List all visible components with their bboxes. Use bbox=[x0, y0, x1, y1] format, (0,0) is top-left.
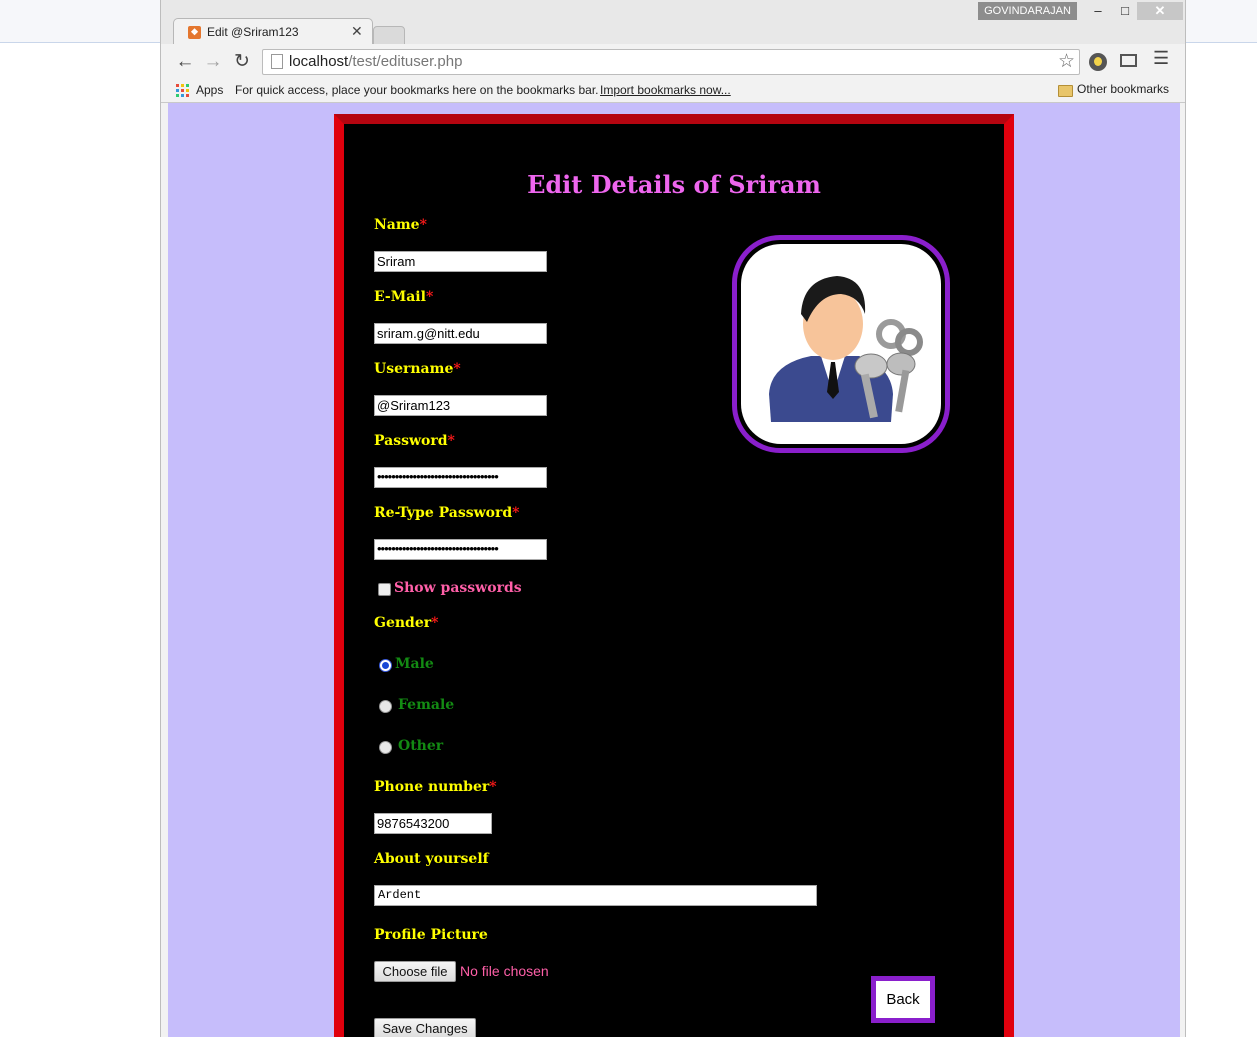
email-input[interactable] bbox=[374, 323, 547, 344]
minimize-button[interactable]: – bbox=[1087, 2, 1109, 20]
email-label: E-Mail* bbox=[374, 289, 434, 305]
apps-grid-icon[interactable] bbox=[176, 84, 189, 97]
extension-bulb-icon[interactable] bbox=[1089, 53, 1107, 71]
username-label: Username* bbox=[374, 361, 461, 377]
name-input[interactable] bbox=[374, 251, 547, 272]
show-passwords-label[interactable]: Show passwords bbox=[394, 580, 522, 596]
other-bookmarks-link[interactable]: Other bookmarks bbox=[1077, 82, 1169, 96]
active-tab[interactable]: ❖ Edit @Sriram123 ✕ bbox=[173, 18, 373, 45]
title-bar: GOVINDARAJAN – □ ✕ ❖ Edit @Sriram123 ✕ bbox=[161, 0, 1185, 45]
gender-male-label[interactable]: Male bbox=[395, 656, 434, 672]
folder-icon bbox=[1058, 85, 1073, 97]
about-textarea[interactable]: Ardent bbox=[374, 885, 817, 906]
phone-input[interactable] bbox=[374, 813, 492, 834]
retype-password-input[interactable]: •••••••••••••••••••••••••••••••••• bbox=[374, 539, 547, 560]
show-passwords-checkbox[interactable] bbox=[378, 583, 391, 596]
close-window-button[interactable]: ✕ bbox=[1137, 2, 1183, 20]
username-input[interactable] bbox=[374, 395, 547, 416]
bookmarks-bar: Apps For quick access, place your bookma… bbox=[161, 80, 1185, 103]
bookmarks-hint: For quick access, place your bookmarks h… bbox=[235, 83, 599, 97]
profile-name-badge[interactable]: GOVINDARAJAN bbox=[978, 2, 1077, 20]
browser-window: GOVINDARAJAN – □ ✕ ❖ Edit @Sriram123 ✕ ←… bbox=[160, 0, 1186, 1037]
gender-other-label[interactable]: Other bbox=[398, 738, 443, 754]
xampp-favicon-icon: ❖ bbox=[188, 26, 201, 39]
page-icon bbox=[271, 54, 283, 69]
retype-password-label: Re-Type Password* bbox=[374, 505, 520, 521]
bookmark-star-icon[interactable]: ☆ bbox=[1058, 50, 1075, 73]
choose-file-button[interactable]: Choose file bbox=[374, 961, 456, 982]
save-changes-button[interactable]: Save Changes bbox=[374, 1018, 476, 1037]
maximize-button[interactable]: □ bbox=[1113, 2, 1137, 20]
gender-female-radio[interactable] bbox=[379, 700, 392, 713]
gender-female-label[interactable]: Female bbox=[398, 697, 454, 713]
user-with-keys-icon bbox=[741, 244, 941, 444]
edit-form-panel: Edit Details of Sriram Name* E-Mail* Use… bbox=[334, 114, 1014, 1037]
tab-title: Edit @Sriram123 bbox=[207, 25, 299, 39]
page-title: Edit Details of Sriram bbox=[527, 170, 821, 199]
import-bookmarks-link[interactable]: Import bookmarks now... bbox=[600, 83, 731, 97]
url-text: localhost/test/edituser.php bbox=[289, 53, 463, 70]
back-button[interactable]: Back bbox=[871, 976, 935, 1023]
phone-label: Phone number* bbox=[374, 779, 497, 795]
cast-icon[interactable] bbox=[1120, 54, 1137, 67]
page-viewport: Edit Details of Sriram Name* E-Mail* Use… bbox=[168, 103, 1180, 1037]
reload-icon[interactable]: ↻ bbox=[230, 50, 254, 74]
address-bar[interactable]: localhost/test/edituser.php ☆ bbox=[262, 49, 1080, 75]
name-label: Name* bbox=[374, 217, 427, 233]
gender-male-radio[interactable] bbox=[379, 659, 392, 672]
forward-arrow-icon[interactable]: → bbox=[201, 50, 225, 74]
password-input[interactable]: •••••••••••••••••••••••••••••••••• bbox=[374, 467, 547, 488]
file-status: No file chosen bbox=[460, 963, 549, 979]
close-tab-icon[interactable]: ✕ bbox=[351, 23, 363, 40]
apps-link[interactable]: Apps bbox=[196, 83, 223, 97]
browser-toolbar: ← → ↻ localhost/test/edituser.php ☆ ☰ bbox=[161, 44, 1185, 80]
gender-other-radio[interactable] bbox=[379, 741, 392, 754]
profile-avatar-frame bbox=[732, 235, 950, 453]
new-tab-button[interactable] bbox=[373, 26, 405, 45]
profile-picture-label: Profile Picture bbox=[374, 927, 488, 943]
back-arrow-icon[interactable]: ← bbox=[173, 50, 197, 74]
password-label: Password* bbox=[374, 433, 455, 449]
gender-label: Gender* bbox=[374, 615, 439, 631]
hamburger-menu-icon[interactable]: ☰ bbox=[1153, 48, 1169, 69]
about-label: About yourself bbox=[374, 851, 489, 867]
